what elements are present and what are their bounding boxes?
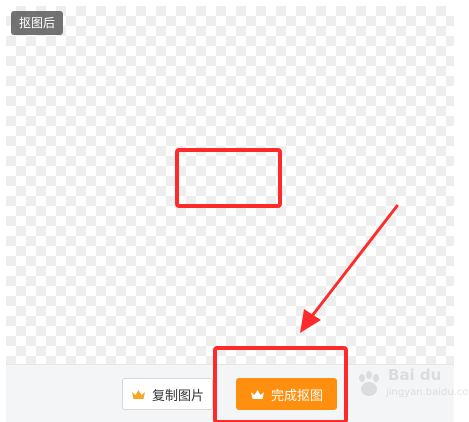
watermark-text: Bai du: [388, 366, 442, 384]
cutout-preview-canvas: [6, 6, 454, 364]
finish-cutout-label: 完成抠图: [270, 388, 323, 404]
after-cutout-tag: 抠图后: [11, 11, 64, 35]
copy-image-button[interactable]: 复制图片: [122, 378, 213, 410]
crown-icon: [250, 389, 264, 399]
baidu-watermark: Bai du jingyan.baidu.com: [352, 366, 469, 410]
crown-icon: [131, 389, 145, 399]
copy-image-label: 复制图片: [151, 388, 204, 404]
paw-icon: [359, 371, 379, 396]
cutout-result-panel: 抠图后 复制图片 完成抠图 Bai du jingyan.baidu.com: [0, 0, 469, 422]
finish-cutout-button[interactable]: 完成抠图: [236, 378, 337, 410]
watermark-subtext: jingyan.baidu.com: [386, 387, 469, 398]
